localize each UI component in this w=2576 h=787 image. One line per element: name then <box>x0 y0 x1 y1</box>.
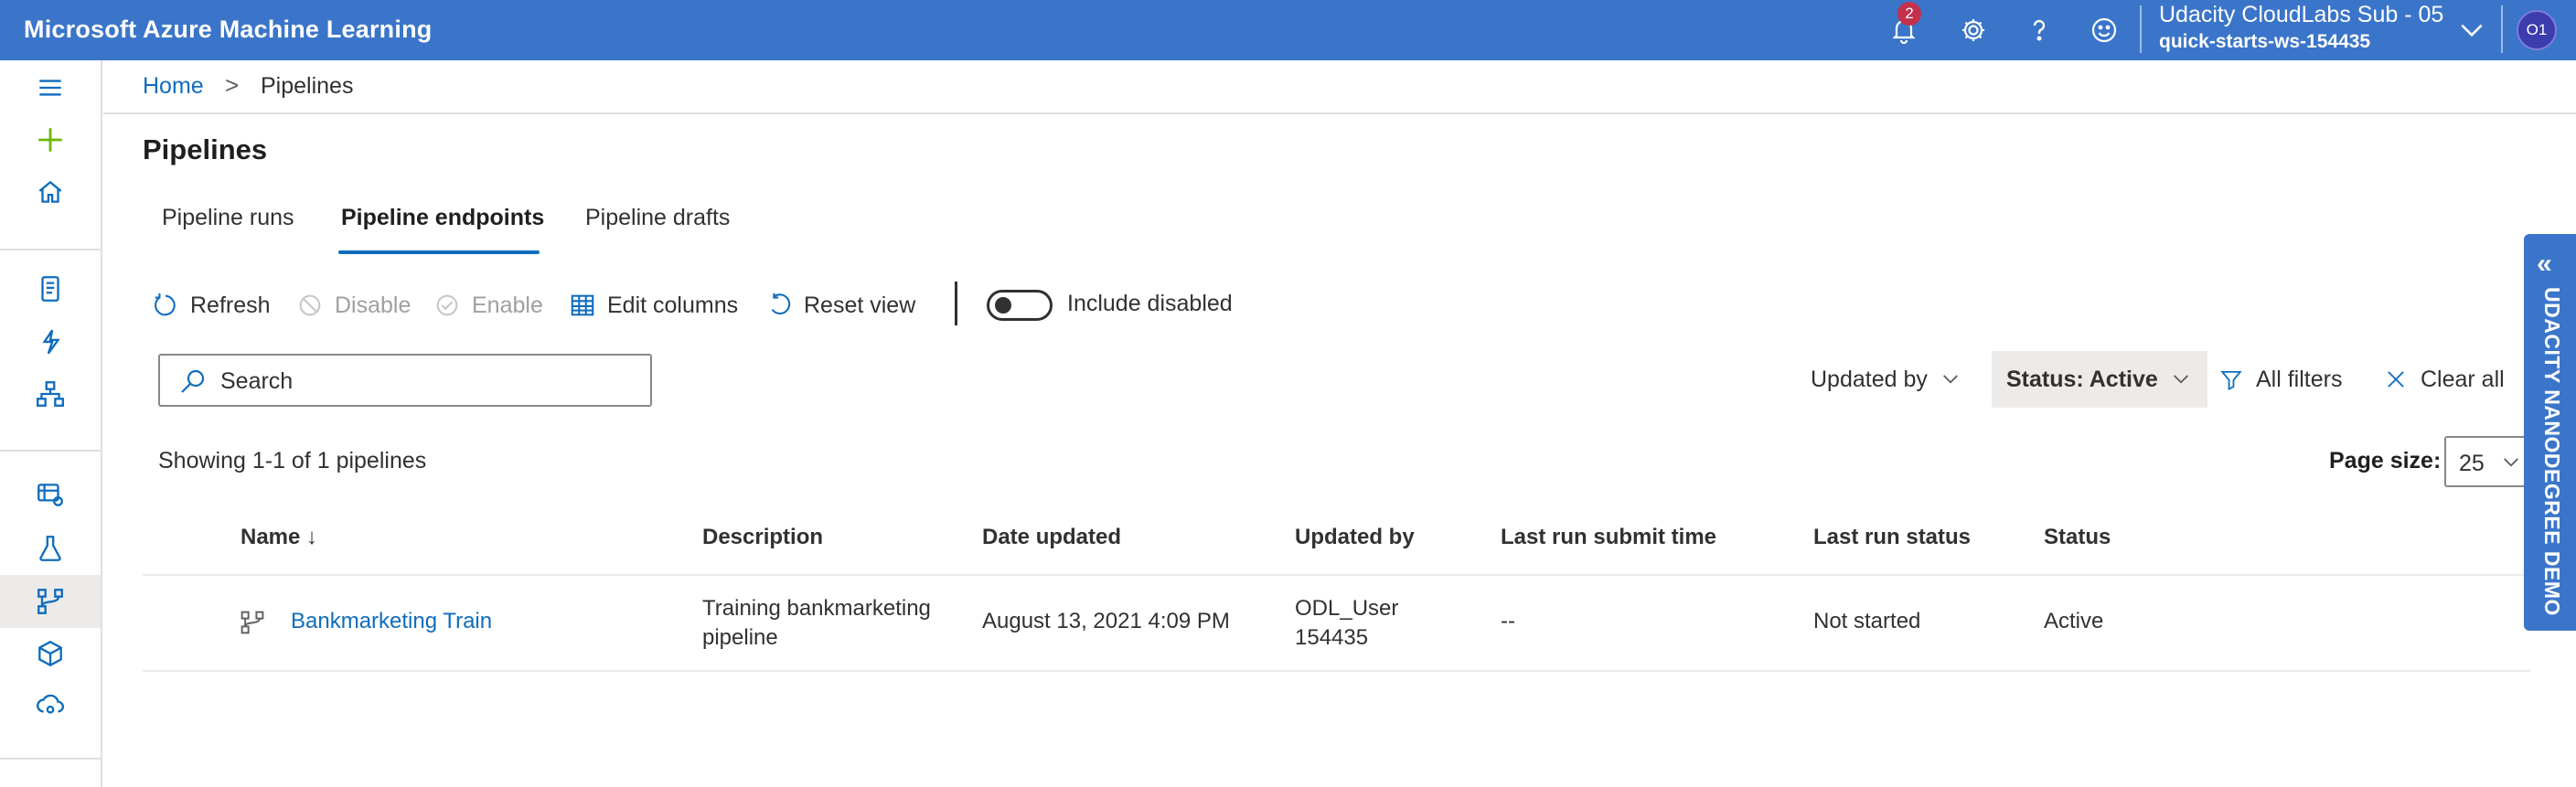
include-disabled-label: Include disabled <box>1067 291 1233 316</box>
column-header-description[interactable]: Description <box>702 525 823 550</box>
all-filters-button[interactable]: All filters <box>2219 351 2342 408</box>
results-count: Showing 1-1 of 1 pipelines <box>158 448 427 473</box>
updated-by-label: Updated by <box>1811 366 1928 392</box>
reset-view-button[interactable]: Reset view <box>765 287 915 324</box>
breadcrumb-home[interactable]: Home <box>143 73 204 100</box>
last-run-status-cell: Not started <box>1813 609 1921 633</box>
tab-pipeline-runs[interactable]: Pipeline runs <box>162 205 294 231</box>
refresh-label: Refresh <box>190 292 271 318</box>
search-box[interactable] <box>158 354 652 407</box>
column-header-status[interactable]: Status <box>2044 525 2111 550</box>
column-header-name[interactable]: Name ↓ <box>240 525 317 550</box>
nav-divider <box>0 450 101 452</box>
chevron-down-icon[interactable] <box>2456 15 2487 50</box>
models-icon[interactable] <box>0 627 101 680</box>
left-nav <box>0 60 102 787</box>
tab-pipeline-drafts[interactable]: Pipeline drafts <box>585 205 730 231</box>
breadcrumb: Home > Pipelines <box>103 60 2576 114</box>
include-disabled-toggle[interactable] <box>987 290 1053 321</box>
enable-button[interactable]: Enable <box>433 287 543 324</box>
smiley-icon[interactable] <box>2083 9 2125 51</box>
description-cell: Training bankmarketing pipeline <box>702 594 931 653</box>
edit-columns-label: Edit columns <box>607 292 739 318</box>
description-line: pipeline <box>702 625 778 650</box>
reset-view-label: Reset view <box>804 292 916 318</box>
notification-badge: 2 <box>1897 2 1921 26</box>
updated-by-line: 154435 <box>1295 625 1369 650</box>
nav-divider <box>0 758 101 760</box>
avatar[interactable]: O1 <box>2517 10 2557 50</box>
subscription-name[interactable]: Udacity CloudLabs Sub - 05 <box>2159 2 2443 28</box>
notebook-icon[interactable] <box>0 262 101 315</box>
topbar-divider <box>2501 5 2503 53</box>
column-header-updated-by[interactable]: Updated by <box>1295 525 1415 550</box>
search-input[interactable] <box>219 365 639 398</box>
status-cell: Active <box>2044 609 2104 633</box>
help-icon[interactable] <box>2018 9 2060 51</box>
updated-by-line: ODL_User <box>1295 596 1399 621</box>
page-size-value: 25 <box>2459 451 2485 476</box>
plus-icon[interactable] <box>0 113 101 166</box>
designer-icon[interactable] <box>0 367 101 420</box>
page-size-select[interactable]: 25 <box>2444 436 2536 487</box>
breadcrumb-separator: > <box>225 71 240 99</box>
datasets-icon[interactable] <box>0 468 101 521</box>
clear-all-button[interactable]: Clear all <box>2384 351 2505 408</box>
description-line: Training bankmarketing <box>702 596 931 621</box>
status-filter-label: Status: Active <box>2006 366 2158 392</box>
side-tab-label: UDACITY NANODEGREE DEMO <box>2540 287 2564 616</box>
table-divider <box>143 574 2531 576</box>
updated-by-filter[interactable]: Updated by <box>1811 351 1962 408</box>
column-header-date-updated[interactable]: Date updated <box>982 525 1121 550</box>
menu-icon[interactable] <box>0 61 101 114</box>
pipeline-icon <box>240 611 264 634</box>
toggle-knob <box>995 297 1011 314</box>
filter-icon <box>2220 370 2242 391</box>
updated-by-cell: ODL_User 154435 <box>1295 594 1398 653</box>
active-tab-indicator <box>338 250 540 254</box>
close-icon <box>2388 371 2404 388</box>
enable-label: Enable <box>472 292 543 318</box>
endpoints-icon[interactable] <box>0 679 101 732</box>
date-updated-cell: August 13, 2021 4:09 PM <box>982 609 1230 633</box>
all-filters-label: All filters <box>2256 366 2343 392</box>
last-run-submit-time-cell: -- <box>1501 609 1515 633</box>
top-bar: Microsoft Azure Machine Learning 2 Udaci… <box>0 0 2576 60</box>
undo-icon <box>771 292 791 314</box>
search-icon <box>181 369 205 393</box>
disable-button[interactable]: Disable <box>296 287 411 324</box>
nav-divider <box>0 249 101 250</box>
app-title[interactable]: Microsoft Azure Machine Learning <box>24 16 432 44</box>
chevron-down-icon <box>2173 375 2188 384</box>
topbar-divider <box>2140 5 2142 53</box>
workspace-name[interactable]: quick-starts-ws-154435 <box>2159 31 2370 53</box>
chevron-down-icon <box>1942 375 1958 384</box>
side-panel-tab[interactable]: « UDACITY NANODEGREE DEMO <box>2524 234 2576 631</box>
pipeline-name-link[interactable]: Bankmarketing Train <box>291 607 492 636</box>
pipelines-icon[interactable] <box>0 575 101 628</box>
double-chevron-left-icon: « <box>2537 249 2552 279</box>
column-header-last-run-submit-time[interactable]: Last run submit time <box>1501 525 1716 550</box>
toolbar-divider <box>955 282 957 325</box>
disable-label: Disable <box>335 292 412 318</box>
check-circle-icon <box>436 294 458 316</box>
automl-icon[interactable] <box>0 315 101 368</box>
clear-all-label: Clear all <box>2421 366 2505 392</box>
tab-pipeline-endpoints[interactable]: Pipeline endpoints <box>341 205 544 231</box>
page-size-label: Page size: <box>2329 448 2442 473</box>
page-title: Pipelines <box>143 133 268 165</box>
edit-columns-button[interactable]: Edit columns <box>569 287 738 324</box>
experiments-icon[interactable] <box>0 522 101 575</box>
table-icon <box>571 294 594 316</box>
home-icon[interactable] <box>0 165 101 218</box>
refresh-icon <box>155 292 176 316</box>
chevron-down-icon <box>2504 458 2518 467</box>
block-icon <box>299 294 321 316</box>
status-filter[interactable]: Status: Active <box>1992 351 2207 408</box>
refresh-button[interactable]: Refresh <box>152 287 271 324</box>
table-divider <box>143 670 2531 672</box>
breadcrumb-current: Pipelines <box>261 73 354 99</box>
gear-icon[interactable] <box>1952 9 1994 51</box>
column-header-last-run-status[interactable]: Last run status <box>1813 525 1971 550</box>
